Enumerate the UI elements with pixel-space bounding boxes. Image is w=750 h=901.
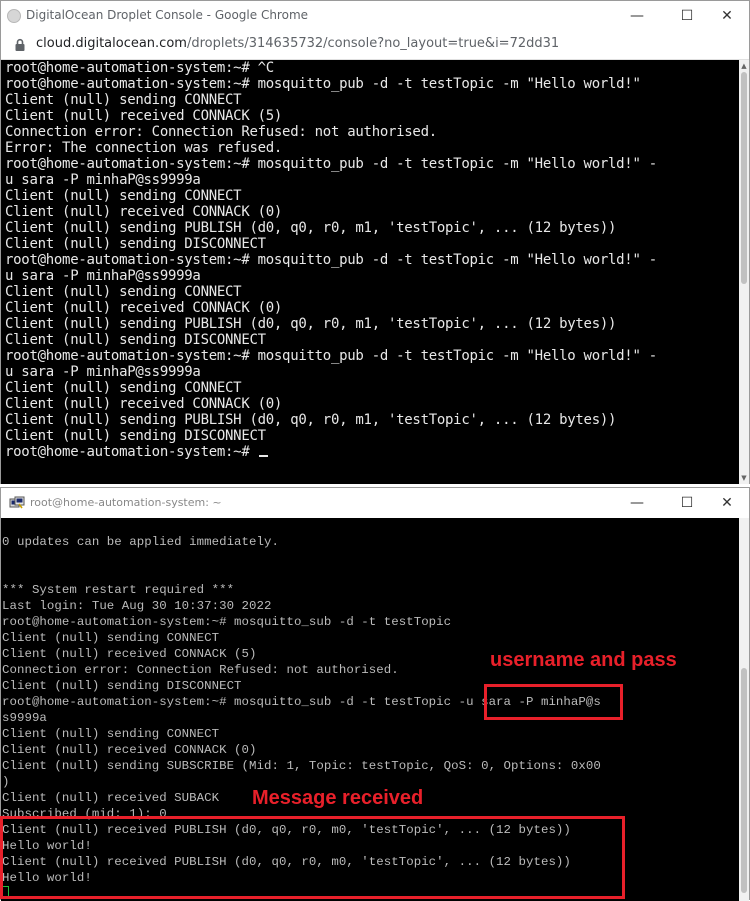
scroll-up-arrow-icon[interactable]: ▲ [739, 61, 749, 71]
console-line: root@home-automation-system:~# ^C [5, 60, 274, 76]
console-line: Client (null) sending DISCONNECT [5, 236, 266, 252]
putty-terminal-icon [9, 496, 25, 509]
console-line: Client (null) sending CONNECT [5, 380, 242, 396]
terminal-line: Client (null) sending SUBSCRIBE (Mid: 1,… [2, 759, 601, 773]
putty-window-title: root@home-automation-system: ~ [30, 496, 222, 509]
console-prompt-line: root@home-automation-system:~# [1, 444, 739, 460]
scroll-down-arrow-icon[interactable]: ▼ [739, 473, 749, 483]
console-line: u sara -P minhaP@ss9999a [5, 268, 201, 284]
putty-minimize-button[interactable]: — [615, 488, 659, 518]
address-bar[interactable]: cloud.digitalocean.com/droplets/31463573… [1, 31, 749, 60]
chrome-window-title: DigitalOcean Droplet Console - Google Ch… [26, 8, 309, 22]
console-line: u sara -P minhaP@ss9999a [5, 364, 201, 380]
console-line: Client (null) sending PUBLISH (d0, q0, r… [5, 220, 617, 236]
username-pass-annotation-label: username and pass [490, 649, 677, 671]
console-line: Client (null) received CONNACK (0) [5, 396, 283, 412]
droplet-console-scrollbar[interactable]: ▲ ▼ [739, 60, 749, 484]
console-line: root@home-automation-system:~# mosquitto… [5, 252, 657, 268]
droplet-console-output: root@home-automation-system:~# ^C root@ho… [1, 60, 739, 444]
url-host: cloud.digitalocean.com [36, 36, 187, 51]
console-line: Client (null) received CONNACK (0) [5, 300, 283, 316]
console-line: Client (null) sending DISCONNECT [5, 332, 266, 348]
lock-icon[interactable] [13, 38, 27, 52]
console-line: Error: The connection was refused. [5, 140, 283, 156]
console-line: Client (null) received CONNACK (5) [5, 108, 283, 124]
putty-scrollbar[interactable] [739, 518, 749, 901]
putty-titlebar[interactable]: root@home-automation-system: ~ — ☐ ✕ [1, 488, 749, 518]
terminal-line: Client (null) sending DISCONNECT [2, 679, 242, 693]
chrome-maximize-button[interactable]: ☐ [665, 1, 709, 31]
console-line: root@home-automation-system:~# mosquitto… [5, 156, 657, 172]
message-received-annotation-label: Message received [252, 787, 424, 809]
scrollbar-thumb[interactable] [741, 72, 747, 284]
message-received-highlight-box [0, 816, 625, 899]
droplet-console[interactable]: root@home-automation-system:~# ^C root@ho… [1, 60, 739, 484]
console-line: Client (null) sending CONNECT [5, 284, 242, 300]
chrome-titlebar[interactable]: DigitalOcean Droplet Console - Google Ch… [1, 1, 749, 31]
terminal-line: Client (null) sending CONNECT [2, 727, 220, 741]
terminal-line: Client (null) sending CONNECT [2, 631, 220, 645]
console-prompt: root@home-automation-system:~# [5, 444, 258, 460]
console-line: root@home-automation-system:~# mosquitto… [5, 76, 641, 92]
terminal-line: root@home-automation-system:~# mosquitto… [2, 615, 452, 629]
chrome-close-button[interactable]: ✕ [705, 1, 749, 31]
terminal-line: s9999a [2, 711, 47, 725]
chrome-favicon-icon [7, 9, 21, 23]
terminal-line: *** System restart required *** [2, 583, 235, 597]
console-line: Client (null) sending CONNECT [5, 188, 242, 204]
console-line: Client (null) sending PUBLISH (d0, q0, r… [5, 316, 617, 332]
putty-close-button[interactable]: ✕ [705, 488, 749, 518]
scrollbar-thumb[interactable] [741, 668, 747, 893]
console-line: Connection error: Connection Refused: no… [5, 124, 437, 140]
console-line: Client (null) sending DISCONNECT [5, 428, 266, 444]
username-pass-highlight-box [484, 684, 623, 720]
console-line: Client (null) received CONNACK (0) [5, 204, 283, 220]
chrome-minimize-button[interactable]: — [615, 1, 659, 31]
console-cursor [258, 455, 268, 457]
console-line: u sara -P minhaP@ss9999a [5, 172, 201, 188]
terminal-line: root@home-automation-system:~# mosquitto… [2, 695, 601, 709]
terminal-line: 0 updates can be applied immediately. [2, 535, 279, 549]
putty-maximize-button[interactable]: ☐ [665, 488, 709, 518]
terminal-line: Last login: Tue Aug 30 10:37:30 2022 [2, 599, 272, 613]
url-text[interactable]: cloud.digitalocean.com/droplets/31463573… [36, 36, 559, 51]
console-line: Client (null) sending CONNECT [5, 92, 242, 108]
console-line: root@home-automation-system:~# mosquitto… [5, 348, 657, 364]
chrome-window: DigitalOcean Droplet Console - Google Ch… [0, 0, 750, 484]
console-line: Client (null) sending PUBLISH (d0, q0, r… [5, 412, 617, 428]
terminal-line: Client (null) received CONNACK (0) [2, 743, 257, 757]
url-path: /droplets/314635732/console?no_layout=tr… [186, 36, 560, 51]
